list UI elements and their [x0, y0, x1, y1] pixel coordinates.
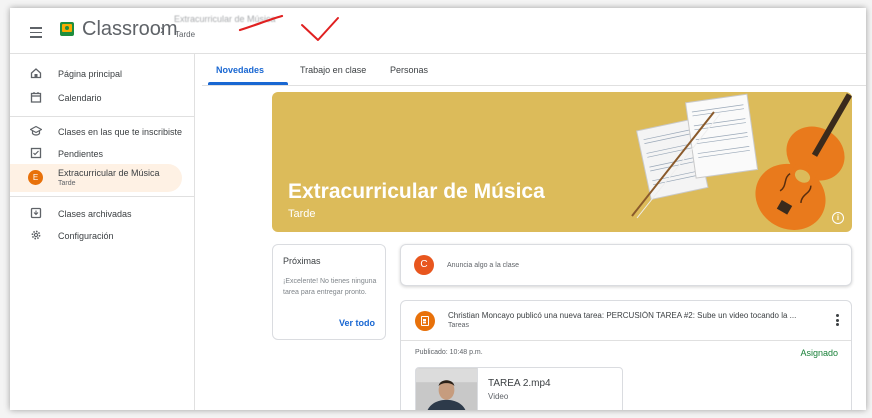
banner-title: Extracurricular de Música	[288, 180, 545, 203]
sidebar-item-label: Extracurricular de Música	[58, 168, 160, 178]
class-tabs: Novedades Trabajo en clase Personas	[202, 54, 866, 86]
sidebar-item-label: Pendientes	[58, 149, 104, 159]
assignment-post: Christian Moncayo publicó una nueva tare…	[400, 300, 852, 410]
banner-subtitle: Tarde	[288, 208, 316, 220]
post-title[interactable]: Christian Moncayo publicó una nueva tare…	[448, 311, 830, 320]
breadcrumb-separator: ›	[160, 21, 165, 37]
post-published-time: Publicado: 10:48 p.m.	[415, 349, 483, 356]
video-thumbnail	[416, 368, 478, 410]
sidebar-item-settings[interactable]: Configuración	[10, 224, 182, 248]
active-tab-indicator	[208, 82, 288, 85]
upcoming-title: Próximas	[283, 256, 321, 266]
sidebar-item-label: Calendario	[58, 93, 102, 103]
sidebar-item-calendar[interactable]: Calendario	[10, 86, 182, 110]
top-app-bar: Classroom › Extracurricular de Música Ta…	[10, 8, 866, 54]
announce-box[interactable]: C Anuncia algo a la clase	[400, 244, 852, 286]
sidebar-item-sublabel: Tarde	[58, 180, 76, 187]
tab-trabajo-en-clase[interactable]: Trabajo en clase	[300, 65, 366, 75]
more-options-icon[interactable]	[836, 314, 839, 326]
breadcrumb-class-name[interactable]: Extracurricular de Música	[174, 14, 276, 24]
sidebar-divider	[10, 116, 195, 117]
classroom-window: Classroom › Extracurricular de Música Ta…	[10, 8, 866, 410]
todo-icon	[30, 147, 42, 159]
class-avatar: E	[28, 170, 43, 185]
attachment-type: Video	[488, 392, 509, 401]
sidebar-item-extracurricular-musica[interactable]: E Extracurricular de Música Tarde	[10, 164, 182, 192]
sidebar: Página principal Calendario Clases en la…	[10, 54, 195, 410]
menu-icon[interactable]	[30, 27, 42, 38]
gear-icon	[31, 230, 41, 240]
school-icon	[30, 125, 42, 136]
sidebar-divider	[10, 196, 195, 197]
tab-novedades[interactable]: Novedades	[216, 65, 264, 75]
user-avatar: C	[414, 255, 434, 275]
sidebar-item-archived[interactable]: Clases archivadas	[10, 202, 182, 226]
post-category: Tareas	[448, 322, 470, 329]
breadcrumb-section: Tarde	[175, 30, 196, 39]
sidebar-item-label: Configuración	[58, 231, 114, 241]
attachment-name: TAREA 2.mp4	[488, 378, 551, 389]
sidebar-item-label: Clases archivadas	[58, 209, 132, 219]
post-header[interactable]: Christian Moncayo publicó una nueva tare…	[401, 301, 851, 341]
classroom-logo-icon[interactable]	[60, 22, 74, 36]
upcoming-card: Próximas ¡Excelente! No tienes ninguna t…	[272, 244, 386, 340]
sidebar-item-label: Página principal	[58, 69, 123, 79]
tab-personas[interactable]: Personas	[390, 65, 428, 75]
video-attachment[interactable]: TAREA 2.mp4 Video	[415, 367, 623, 410]
sidebar-item-label: Clases en las que te inscribiste	[58, 127, 183, 137]
sidebar-item-home[interactable]: Página principal	[10, 62, 182, 86]
announce-placeholder[interactable]: Anuncia algo a la clase	[447, 262, 519, 269]
home-icon	[30, 68, 42, 79]
status-badge: Asignado	[800, 348, 838, 358]
archive-icon	[30, 207, 42, 219]
assignment-icon	[415, 311, 435, 331]
sidebar-item-enrolled[interactable]: Clases en las que te inscribiste	[10, 120, 182, 144]
calendar-icon	[30, 92, 42, 103]
music-illustration	[631, 93, 852, 230]
view-all-link[interactable]: Ver todo	[339, 318, 375, 328]
upcoming-text: ¡Excelente! No tienes ninguna tarea para…	[283, 278, 377, 296]
info-icon[interactable]: i	[832, 212, 844, 224]
sidebar-item-pending[interactable]: Pendientes	[10, 142, 182, 166]
class-banner: Extracurricular de Música Tarde i	[272, 92, 852, 232]
